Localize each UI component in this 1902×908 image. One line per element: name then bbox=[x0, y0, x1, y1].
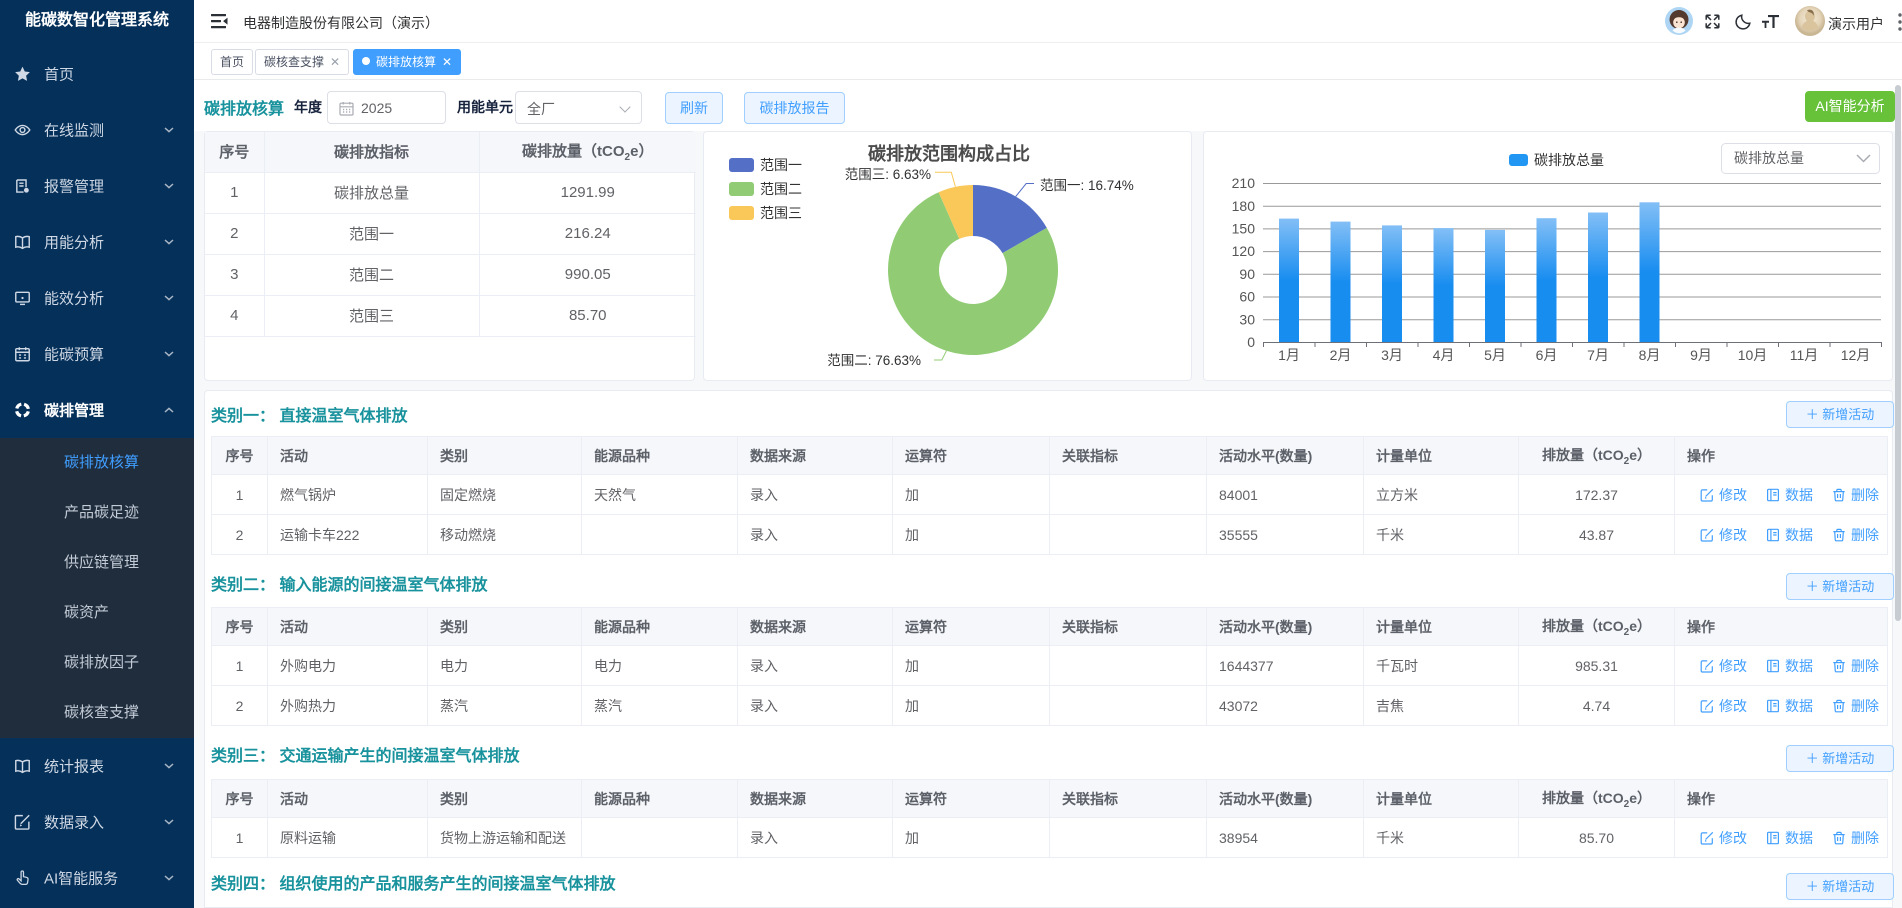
svg-text:5月: 5月 bbox=[1484, 347, 1506, 363]
svg-text:2月: 2月 bbox=[1330, 347, 1352, 363]
svg-text:碳排放范围构成占比: 碳排放范围构成占比 bbox=[868, 143, 1030, 164]
svg-text:8月: 8月 bbox=[1639, 347, 1661, 363]
svg-text:碳排放总量: 碳排放总量 bbox=[1534, 152, 1604, 168]
svg-text:180: 180 bbox=[1232, 198, 1256, 214]
svg-text:6月: 6月 bbox=[1536, 347, 1558, 363]
svg-text:30: 30 bbox=[1239, 311, 1255, 327]
svg-text:12月: 12月 bbox=[1841, 347, 1871, 363]
svg-text:9月: 9月 bbox=[1690, 347, 1712, 363]
svg-text:范围三: 6.63%: 范围三: 6.63% bbox=[845, 167, 931, 182]
svg-text:范围一: 范围一 bbox=[760, 157, 802, 173]
svg-text:150: 150 bbox=[1232, 221, 1256, 237]
svg-text:4月: 4月 bbox=[1433, 347, 1455, 363]
svg-text:1月: 1月 bbox=[1278, 347, 1300, 363]
svg-text:10月: 10月 bbox=[1738, 347, 1768, 363]
svg-text:120: 120 bbox=[1232, 243, 1256, 259]
svg-text:90: 90 bbox=[1239, 266, 1255, 282]
svg-text:0: 0 bbox=[1247, 334, 1255, 350]
svg-text:3月: 3月 bbox=[1381, 347, 1403, 363]
svg-text:范围二: 76.63%: 范围二: 76.63% bbox=[827, 353, 921, 368]
svg-text:范围二: 范围二 bbox=[760, 181, 802, 197]
svg-text:范围一: 16.74%: 范围一: 16.74% bbox=[1040, 178, 1134, 193]
svg-text:60: 60 bbox=[1239, 289, 1255, 305]
svg-text:范围三: 范围三 bbox=[760, 205, 802, 221]
svg-text:7月: 7月 bbox=[1587, 347, 1609, 363]
svg-text:碳排放总量: 碳排放总量 bbox=[1734, 150, 1804, 166]
svg-text:11月: 11月 bbox=[1790, 347, 1819, 363]
svg-text:210: 210 bbox=[1232, 175, 1256, 191]
